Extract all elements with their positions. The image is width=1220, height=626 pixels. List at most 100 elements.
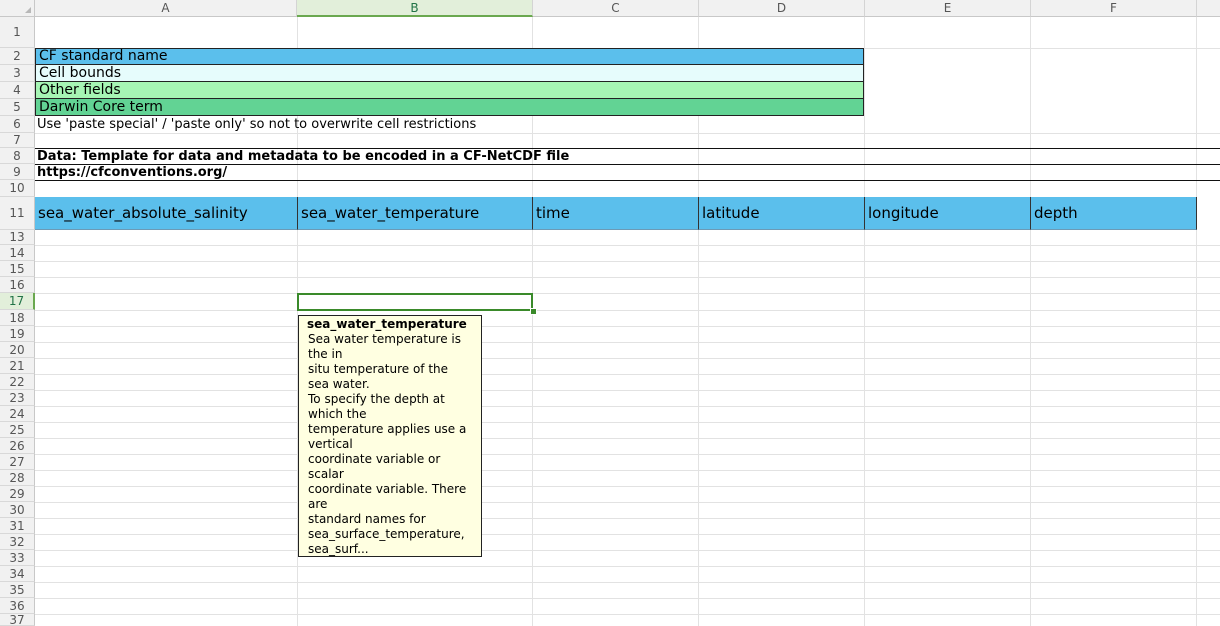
row-header-34[interactable]: 34 [0, 566, 35, 582]
legend-darwin-core-term[interactable]: Darwin Core term [35, 99, 864, 116]
row-header-2[interactable]: 2 [0, 48, 35, 65]
legend-label: Darwin Core term [39, 99, 163, 115]
grid-line [35, 486, 1220, 487]
column-header-d[interactable]: D [699, 0, 865, 17]
row-header-19[interactable]: 19 [0, 326, 35, 342]
grid-line [35, 582, 1220, 583]
grid-line [35, 358, 1220, 359]
column-header-f[interactable]: F [1031, 0, 1197, 17]
row-header-33[interactable]: 33 [0, 550, 35, 566]
tooltip-line: Sea water temperature is [308, 332, 461, 346]
row-header-17[interactable]: 17 [0, 293, 35, 310]
row-header-22[interactable]: 22 [0, 374, 35, 390]
grid-line [35, 438, 1220, 439]
active-cell-b17[interactable] [297, 293, 533, 311]
grid-line [35, 502, 1220, 503]
legend-label: Other fields [39, 82, 121, 98]
legend-cell-bounds[interactable]: Cell bounds [35, 65, 864, 82]
row-header-10[interactable]: 10 [0, 180, 35, 197]
legend-other-fields[interactable]: Other fields [35, 82, 864, 99]
column-header-b[interactable]: B [297, 0, 533, 17]
row-header-26[interactable]: 26 [0, 438, 35, 454]
row-header-18[interactable]: 18 [0, 310, 35, 326]
tooltip-line: To specify the depth at [308, 392, 445, 406]
row-header-28[interactable]: 28 [0, 470, 35, 486]
row-header-25[interactable]: 25 [0, 422, 35, 438]
row-header-37[interactable]: 37 [0, 613, 35, 626]
row-header-11[interactable]: 11 [0, 197, 35, 230]
header-cell-depth[interactable]: depth [1031, 197, 1197, 230]
grid-line [35, 614, 1220, 615]
legend-cf-standard-name[interactable]: CF standard name [35, 48, 864, 65]
grid-line [35, 534, 1220, 535]
row-header-4[interactable]: 4 [0, 82, 35, 99]
column-header-g[interactable] [1197, 0, 1220, 17]
grid-line [35, 342, 1220, 343]
row-header-29[interactable]: 29 [0, 486, 35, 502]
tooltip-line: the in [308, 347, 343, 361]
grid-line [35, 390, 1220, 391]
row-header-14[interactable]: 14 [0, 245, 35, 261]
border-line [35, 180, 1220, 181]
row-header-27[interactable]: 27 [0, 454, 35, 470]
legend-label: CF standard name [39, 48, 168, 64]
tooltip-line: sea_surface_temperature, [308, 527, 465, 541]
grid-line [35, 518, 1220, 519]
column-header-c[interactable]: C [533, 0, 699, 17]
header-cell-sea-water-temperature[interactable]: sea_water_temperature [298, 197, 533, 230]
grid-line [35, 598, 1220, 599]
row-header-24[interactable]: 24 [0, 406, 35, 422]
tooltip-line: vertical [308, 437, 353, 451]
grid-line [35, 374, 1220, 375]
row-header-7[interactable]: 7 [0, 133, 35, 148]
row-header-8[interactable]: 8 [0, 148, 35, 164]
row-header-9[interactable]: 9 [0, 164, 35, 180]
header-cell-time[interactable]: time [533, 197, 699, 230]
cell-comment-tooltip: sea_water_temperature Sea water temperat… [298, 315, 482, 557]
row-header-31[interactable]: 31 [0, 518, 35, 534]
row-header-13[interactable]: 13 [0, 230, 35, 245]
header-cell-longitude[interactable]: longitude [865, 197, 1031, 230]
grid-line [35, 326, 1220, 327]
tooltip-line: scalar [308, 467, 344, 481]
data-title[interactable]: Data: Template for data and metadata to … [37, 149, 569, 164]
tooltip-line: temperature applies use a [308, 422, 467, 436]
row-header-6[interactable]: 6 [0, 116, 35, 133]
tooltip-line: situ temperature of the [308, 362, 449, 376]
grid-line [35, 422, 1220, 423]
row-header-30[interactable]: 30 [0, 502, 35, 518]
tooltip-line: standard names for [308, 512, 426, 526]
row-header-21[interactable]: 21 [0, 358, 35, 374]
grid-line [35, 245, 1220, 246]
row-header-3[interactable]: 3 [0, 65, 35, 82]
grid-line [35, 470, 1220, 471]
row-header-23[interactable]: 23 [0, 390, 35, 406]
cf-conventions-link[interactable]: https://cfconventions.org/ [37, 165, 227, 180]
row-header-20[interactable]: 20 [0, 342, 35, 358]
row-header-5[interactable]: 5 [0, 99, 35, 116]
grid-line [35, 310, 1220, 311]
grid-line [35, 454, 1220, 455]
tooltip-line: coordinate variable or [308, 452, 441, 466]
grid-line [35, 261, 1220, 262]
column-header-a[interactable]: A [35, 0, 297, 17]
tooltip-line: sea water. [308, 377, 370, 391]
spreadsheet-grid[interactable]: A B C D E F 1 2 3 4 5 6 7 8 9 10 11 13 1… [0, 0, 1220, 626]
grid-line [35, 277, 1220, 278]
tooltip-line: sea_surf... [308, 542, 369, 556]
row-header-32[interactable]: 32 [0, 534, 35, 550]
header-cell-latitude[interactable]: latitude [699, 197, 865, 230]
grid-line [35, 406, 1220, 407]
tooltip-line: are [308, 497, 328, 511]
row-header-1[interactable]: 1 [0, 17, 35, 48]
header-cell-sea-water-absolute-salinity[interactable]: sea_water_absolute_salinity [35, 197, 298, 230]
grid-line [35, 133, 1220, 134]
row-header-35[interactable]: 35 [0, 582, 35, 598]
column-header-e[interactable]: E [865, 0, 1031, 17]
grid-line [35, 293, 1220, 294]
row-header-15[interactable]: 15 [0, 261, 35, 277]
select-all-corner[interactable] [0, 0, 35, 17]
fill-handle[interactable] [530, 308, 537, 315]
paste-note[interactable]: Use 'paste special' / 'paste only' so no… [37, 117, 476, 132]
row-header-16[interactable]: 16 [0, 277, 35, 293]
